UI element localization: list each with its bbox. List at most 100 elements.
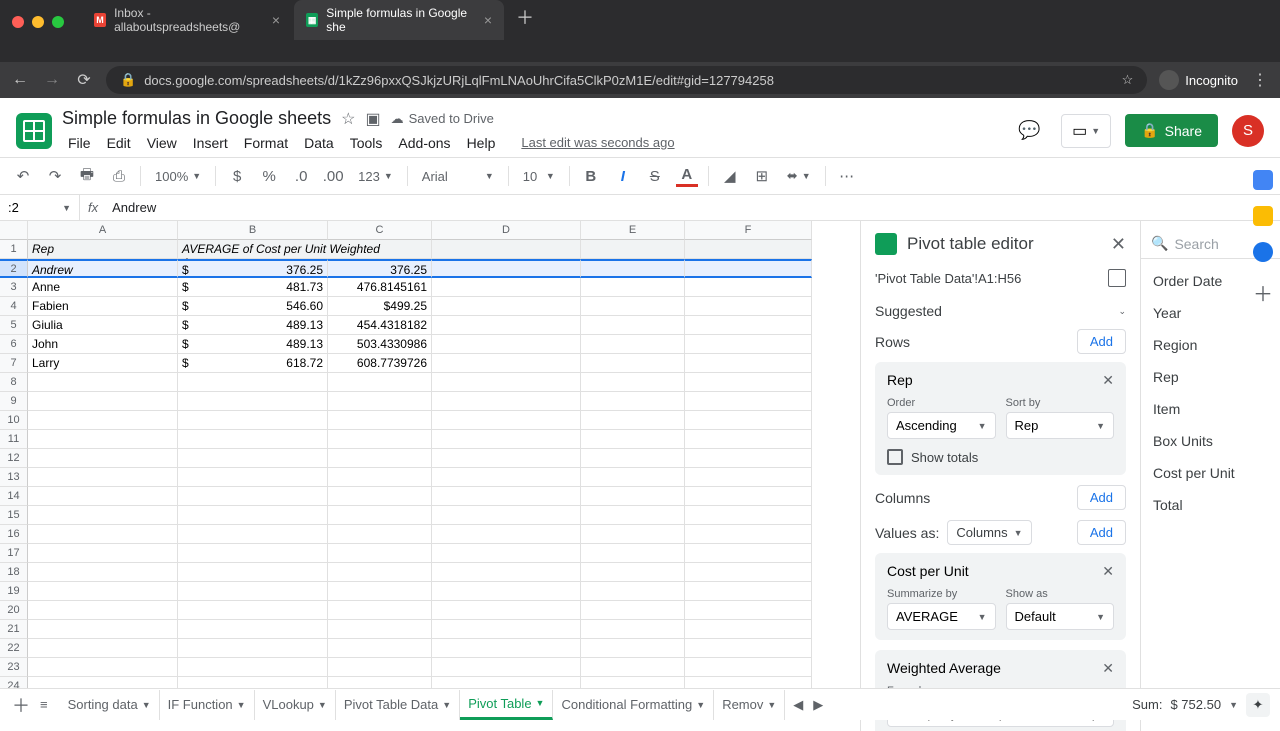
cell[interactable]: John [28, 335, 178, 354]
cell[interactable] [178, 563, 328, 582]
cell[interactable] [178, 411, 328, 430]
col-header-A[interactable]: A [28, 221, 178, 240]
row-header[interactable]: 5 [0, 316, 28, 335]
cell[interactable] [581, 544, 685, 563]
chevron-down-icon[interactable]: ▼ [142, 700, 151, 710]
all-sheets-icon[interactable]: ≡ [40, 697, 48, 712]
field-region[interactable]: Region [1141, 329, 1280, 361]
cell[interactable] [432, 563, 581, 582]
field-rep[interactable]: Rep [1141, 361, 1280, 393]
avatar[interactable]: S [1232, 115, 1264, 147]
cell[interactable] [432, 525, 581, 544]
add-columns-button[interactable]: Add [1077, 485, 1126, 510]
tab-close-icon[interactable]: × [272, 12, 280, 28]
cell[interactable] [432, 620, 581, 639]
cell[interactable] [328, 430, 432, 449]
cell[interactable] [685, 278, 812, 297]
col-header-C[interactable]: C [328, 221, 432, 240]
cell[interactable] [685, 259, 812, 278]
cell[interactable] [685, 525, 812, 544]
cell[interactable] [685, 392, 812, 411]
show-as-select[interactable]: Default▼ [1006, 603, 1115, 630]
cell[interactable] [328, 544, 432, 563]
row-header[interactable]: 12 [0, 449, 28, 468]
zoom-select[interactable]: 100%▼ [151, 167, 205, 186]
sheet-tab[interactable]: Remov▼ [714, 690, 785, 720]
row-header[interactable]: 11 [0, 430, 28, 449]
cell[interactable] [432, 506, 581, 525]
cell[interactable] [685, 430, 812, 449]
cell[interactable] [178, 582, 328, 601]
cell[interactable] [178, 544, 328, 563]
cell[interactable] [432, 240, 581, 259]
window-close[interactable] [12, 16, 24, 28]
sheet-tab[interactable]: Sorting data▼ [60, 690, 160, 720]
cell[interactable] [178, 506, 328, 525]
cell[interactable] [581, 601, 685, 620]
borders-icon[interactable]: ⊞ [751, 167, 773, 185]
sort-by-select[interactable]: Rep▼ [1006, 412, 1115, 439]
add-values-button[interactable]: Add [1077, 520, 1126, 545]
cell[interactable]: $481.73 [178, 278, 328, 297]
cell[interactable]: Larry [28, 354, 178, 373]
row-header[interactable]: 2 [0, 259, 28, 278]
row-header[interactable]: 4 [0, 297, 28, 316]
cell[interactable] [28, 392, 178, 411]
cell[interactable]: 503.4330986 [328, 335, 432, 354]
sheet-tab[interactable]: VLookup▼ [255, 690, 336, 720]
cell[interactable] [581, 411, 685, 430]
paint-format-icon[interactable]: ⎙ [108, 168, 130, 185]
format-currency[interactable]: $ [226, 168, 248, 185]
new-tab-button[interactable]: ＋ [506, 0, 544, 40]
row-header[interactable]: 23 [0, 658, 28, 677]
suggested-section[interactable]: Suggested ⌄ [875, 303, 1126, 319]
formula-input[interactable]: Andrew [106, 200, 162, 215]
row-header[interactable]: 3 [0, 278, 28, 297]
incognito-badge[interactable]: Incognito [1159, 70, 1238, 90]
move-icon[interactable]: ▣ [365, 109, 380, 129]
row-header[interactable]: 15 [0, 506, 28, 525]
remove-chip-icon[interactable]: ✕ [1102, 563, 1114, 580]
calendar-icon[interactable] [1253, 170, 1273, 190]
cell[interactable] [432, 468, 581, 487]
col-header-E[interactable]: E [581, 221, 685, 240]
cell[interactable] [178, 639, 328, 658]
row-header[interactable]: 17 [0, 544, 28, 563]
cell[interactable] [581, 658, 685, 677]
close-icon[interactable]: ✕ [1111, 234, 1126, 255]
cell[interactable] [178, 449, 328, 468]
show-totals-checkbox[interactable] [887, 449, 903, 465]
cell[interactable] [328, 506, 432, 525]
doc-title[interactable]: Simple formulas in Google sheets [62, 108, 331, 129]
chevron-down-icon[interactable]: ▼ [696, 700, 705, 710]
cell[interactable] [432, 297, 581, 316]
add-rows-button[interactable]: Add [1077, 329, 1126, 354]
sheet-tab[interactable]: Conditional Formatting▼ [553, 690, 714, 720]
cell[interactable] [685, 373, 812, 392]
cell[interactable] [328, 392, 432, 411]
menu-edit[interactable]: Edit [101, 133, 137, 153]
menu-data[interactable]: Data [298, 133, 340, 153]
cell[interactable] [581, 354, 685, 373]
cell[interactable]: $618.72 [178, 354, 328, 373]
sheet-tab[interactable]: Pivot Table Data▼ [336, 690, 460, 720]
cell[interactable] [328, 601, 432, 620]
cell[interactable] [685, 544, 812, 563]
cell[interactable] [178, 487, 328, 506]
cell[interactable] [581, 487, 685, 506]
text-color-button[interactable]: A [676, 166, 698, 187]
cell[interactable] [28, 487, 178, 506]
cell[interactable]: $546.60 [178, 297, 328, 316]
forward-icon[interactable]: → [42, 71, 62, 89]
cell[interactable] [178, 468, 328, 487]
cell[interactable] [685, 582, 812, 601]
format-number[interactable]: 123▼ [354, 167, 397, 186]
cell[interactable]: 476.8145161 [328, 278, 432, 297]
window-minimize[interactable] [32, 16, 44, 28]
cell[interactable] [328, 620, 432, 639]
chevron-down-icon[interactable]: ▼ [442, 700, 451, 710]
order-select[interactable]: Ascending▼ [887, 412, 996, 439]
cell[interactable] [432, 411, 581, 430]
cell[interactable]: $489.13 [178, 335, 328, 354]
cell[interactable]: $489.13 [178, 316, 328, 335]
